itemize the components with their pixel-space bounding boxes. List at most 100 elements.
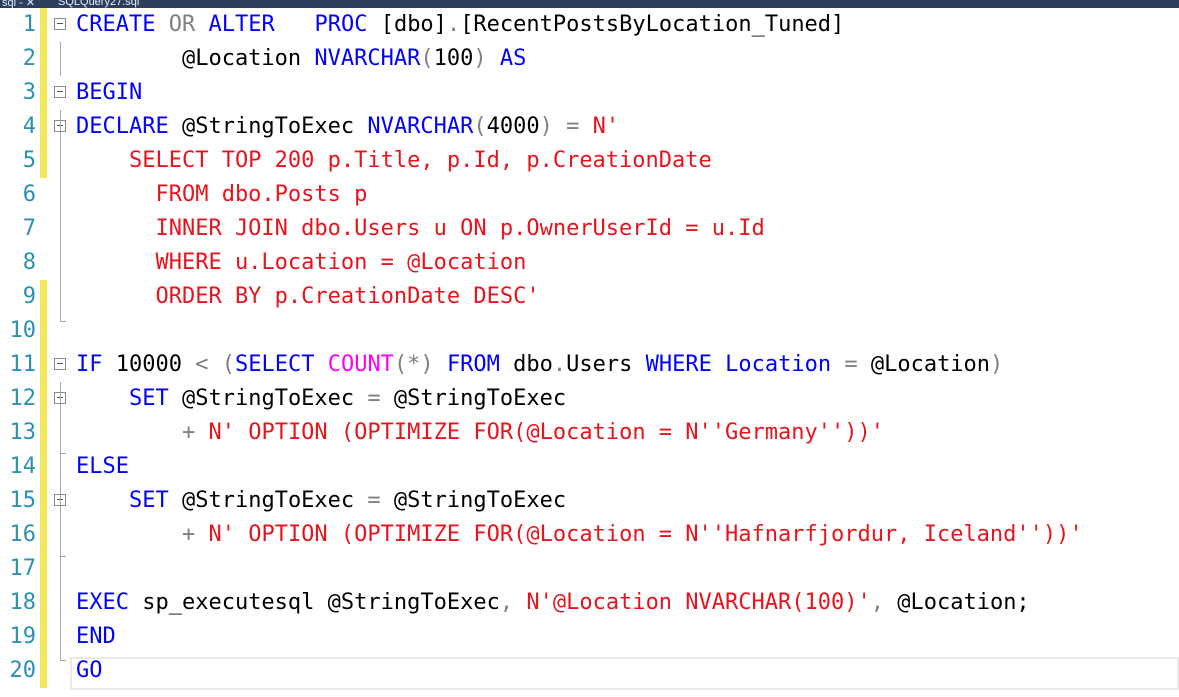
collapse-icon[interactable]: [54, 18, 66, 30]
code-line[interactable]: 10: [0, 314, 1179, 348]
code-token: @Location: [76, 46, 315, 71]
code-line[interactable]: 8 WHERE u.Location = @Location: [0, 246, 1179, 280]
line-number: 3: [22, 80, 36, 105]
code-token: =: [367, 386, 381, 411]
code-token: WHERE: [645, 352, 712, 377]
code-text: + N' OPTION (OPTIMIZE FOR(@Location = N'…: [76, 416, 884, 450]
change-marker: [40, 620, 47, 654]
code-token: @StringToExec: [168, 114, 368, 139]
code-token: [dbo]: [367, 12, 447, 37]
code-text: DECLARE @StringToExec NVARCHAR(4000) = N…: [76, 110, 619, 144]
code-editor[interactable]: 1 CREATE OR ALTER PROC [dbo].[RecentPosts…: [0, 8, 1179, 697]
code-token: (: [420, 46, 434, 71]
code-token: +: [181, 420, 196, 445]
code-token: =: [844, 352, 858, 377]
code-token: @StringToExec: [168, 488, 368, 513]
code-text: SET @StringToExec = @StringToExec: [76, 484, 566, 518]
line-number: 8: [22, 250, 36, 275]
code-token: <: [195, 352, 209, 377]
code-token: BEGIN: [76, 80, 143, 105]
code-token: DECLARE: [76, 114, 169, 139]
code-token: [RecentPostsByLocation_Tuned]: [460, 12, 845, 37]
code-token: N': [592, 114, 620, 139]
code-token: END: [76, 624, 116, 649]
code-line[interactable]: 18 EXEC sp_executesql @StringToExec, N'@L…: [0, 586, 1179, 620]
code-text: + N' OPTION (OPTIMIZE FOR(@Location = N'…: [76, 518, 1083, 552]
code-line[interactable]: 6 FROM dbo.Posts p: [0, 178, 1179, 212]
code-token: (: [221, 352, 235, 377]
code-line[interactable]: 5 SELECT TOP 200 p.Title, p.Id, p.Creati…: [0, 144, 1179, 178]
line-number: 14: [9, 454, 37, 479]
change-marker: [40, 518, 47, 552]
code-token: NVARCHAR: [314, 46, 421, 71]
code-line[interactable]: 9 ORDER BY p.CreationDate DESC': [0, 280, 1179, 314]
code-line[interactable]: 3 BEGIN: [0, 76, 1179, 110]
code-line[interactable]: 2 @Location NVARCHAR(100) AS: [0, 42, 1179, 76]
code-token: @Location: [857, 352, 991, 377]
line-number: 11: [9, 352, 37, 377]
code-token: N' OPTION (OPTIMIZE FOR(@Location = N''G…: [208, 420, 884, 445]
line-number: 17: [9, 556, 37, 581]
change-marker: [40, 314, 47, 348]
code-token: @StringToExec: [380, 488, 567, 513]
change-marker: [40, 8, 47, 42]
code-line[interactable]: 4 DECLARE @StringToExec NVARCHAR(4000) = …: [0, 110, 1179, 144]
outline-guide: [60, 42, 61, 76]
code-text: @Location NVARCHAR(100) AS: [76, 42, 526, 76]
code-text: SELECT TOP 200 p.Title, p.Id, p.Creation…: [76, 144, 712, 178]
collapse-icon[interactable]: [54, 86, 66, 98]
document-tab-bar: sql - ✕ SQLQuery27.sql: [0, 0, 1179, 8]
code-text: CREATE OR ALTER PROC [dbo].[RecentPostsB…: [76, 8, 844, 42]
code-token: (: [473, 114, 487, 139]
line-number: 18: [9, 590, 37, 615]
code-token: ,: [870, 590, 884, 615]
code-token: EXEC: [76, 590, 129, 615]
code-line[interactable]: 20 GO: [0, 654, 1179, 688]
tab-sqlquery27[interactable]: SQLQuery27.sql: [58, 0, 139, 8]
outline-guide: [60, 518, 61, 556]
code-token: COUNT: [327, 352, 394, 377]
code-line[interactable]: 13 + N' OPTION (OPTIMIZE FOR(@Location =…: [0, 416, 1179, 450]
code-token: @StringToExec: [168, 386, 368, 411]
code-line[interactable]: 16 + N' OPTION (OPTIMIZE FOR(@Location =…: [0, 518, 1179, 552]
code-line[interactable]: 17: [0, 552, 1179, 586]
code-token: .: [552, 352, 567, 377]
code-token: OR: [168, 12, 196, 37]
tab-previous-document[interactable]: sql - ✕: [2, 0, 35, 8]
code-token: ): [990, 352, 1004, 377]
code-token: 10000: [102, 352, 196, 377]
code-line[interactable]: 12 SET @StringToExec = @StringToExec: [0, 382, 1179, 416]
code-token: ): [473, 46, 487, 71]
code-token: @Location;: [883, 590, 1030, 615]
code-token: SELECT: [234, 352, 315, 377]
collapse-icon[interactable]: [54, 358, 66, 370]
line-number: 4: [22, 114, 36, 139]
outline-guide-end: [60, 321, 66, 322]
code-line[interactable]: 14 ELSE: [0, 450, 1179, 484]
line-number: 9: [22, 284, 36, 309]
code-line[interactable]: 1 CREATE OR ALTER PROC [dbo].[RecentPosts…: [0, 8, 1179, 42]
code-token: WHERE u.Location = @Location: [76, 250, 527, 275]
code-token: Location: [725, 352, 832, 377]
code-line[interactable]: 19 END: [0, 620, 1179, 654]
code-token: ,: [499, 590, 514, 615]
code-line[interactable]: 15 SET @StringToExec = @StringToExec: [0, 484, 1179, 518]
line-number: 5: [22, 148, 36, 173]
outline-guide: [60, 110, 61, 322]
code-text: WHERE u.Location = @Location: [76, 246, 526, 280]
code-line[interactable]: 11 IF 10000 < (SELECT COUNT(*) FROM dbo.U…: [0, 348, 1179, 382]
code-line[interactable]: 7 INNER JOIN dbo.Users u ON p.OwnerUserI…: [0, 212, 1179, 246]
code-text: BEGIN: [76, 76, 142, 110]
code-token: .: [446, 12, 461, 37]
code-text: INNER JOIN dbo.Users u ON p.OwnerUserId …: [76, 212, 764, 246]
